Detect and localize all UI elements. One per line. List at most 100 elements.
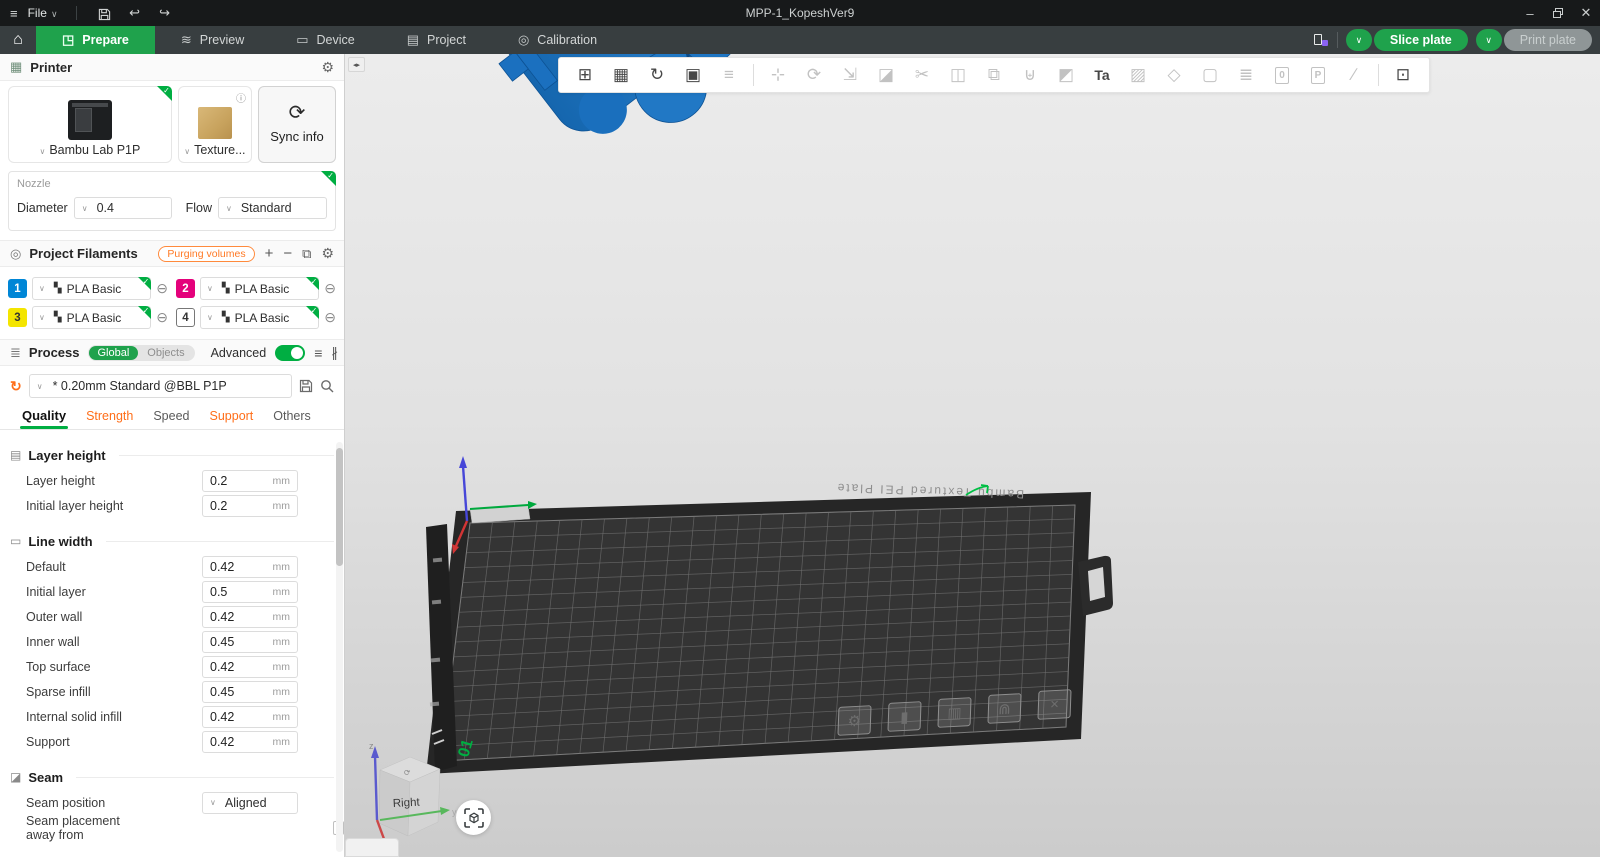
nozzle-diameter-select[interactable]: ∨0.4	[74, 197, 172, 219]
check-icon: ✓	[143, 277, 150, 286]
plate-type-name[interactable]: ∨Texture...	[184, 143, 245, 157]
setting-input-internal-solid-infill[interactable]: 0.42mm	[202, 706, 298, 728]
file-menu[interactable]: File∨	[28, 6, 58, 20]
minimize-button[interactable]: –	[1516, 0, 1544, 26]
filament-icon: ◎	[10, 246, 21, 262]
filament-select[interactable]: ∨▚PLA Basic✓	[200, 306, 319, 329]
printer-settings-gear-icon[interactable]: ⚙	[321, 59, 334, 76]
print-plate-button[interactable]: Print plate	[1504, 29, 1592, 51]
chevron-down-icon: ∨	[39, 147, 45, 156]
filament-edit-icon[interactable]: ⊖	[156, 309, 168, 326]
setting-input-outer-wall[interactable]: 0.42mm	[202, 606, 298, 628]
plate-thumbnail-corner[interactable]	[345, 838, 399, 857]
add-model-icon[interactable]: ⊞	[569, 61, 601, 89]
flow-select[interactable]: ∨Standard	[218, 197, 327, 219]
home-button[interactable]: ⌂	[0, 26, 36, 54]
tab-calibration[interactable]: ◎Calibration	[492, 26, 623, 54]
arrange-icon[interactable]: ▣	[677, 61, 709, 89]
slice-plate-button[interactable]: Slice plate	[1374, 29, 1468, 51]
purging-volumes-button[interactable]: Purging volumes	[158, 246, 254, 262]
setting-input-default[interactable]: 0.42mm	[202, 556, 298, 578]
process-section-title: Process	[29, 345, 80, 360]
setting-list-icon[interactable]: ≡	[314, 346, 322, 360]
process-tab-quality[interactable]: Quality	[12, 408, 76, 429]
filament-color-chip[interactable]: 3	[8, 308, 27, 327]
filament-edit-icon[interactable]: ⊖	[324, 309, 336, 326]
setting-label: Inner wall	[26, 635, 202, 649]
plate-settings-icon[interactable]: ⚙	[837, 705, 871, 736]
remove-filament-button[interactable]: −	[283, 246, 292, 261]
add-filament-button[interactable]: +	[265, 246, 274, 261]
plate-delete-icon[interactable]: ×	[1037, 689, 1071, 720]
menu-icon[interactable]: ≡	[10, 6, 18, 21]
plate-type-card[interactable]: ⓘ ∨Texture...	[178, 86, 252, 163]
filament-color-chip[interactable]: 1	[8, 279, 27, 298]
check-icon: ✓	[327, 171, 334, 180]
restore-button[interactable]	[1544, 0, 1572, 26]
setting-input-top-surface[interactable]: 0.42mm	[202, 656, 298, 678]
process-tab-speed[interactable]: Speed	[143, 409, 199, 429]
setting-input-initial-layer-height[interactable]: 0.2mm	[202, 495, 298, 517]
filament-select[interactable]: ∨▚PLA Basic✓	[200, 277, 319, 300]
save-preset-icon[interactable]	[299, 377, 313, 395]
sync-info-button[interactable]: ⟳ Sync info	[258, 86, 336, 163]
redo-icon[interactable]: ↪	[155, 5, 175, 21]
filament-edit-icon[interactable]: ⊖	[324, 280, 336, 297]
cube-face-label[interactable]: Right	[393, 797, 421, 810]
plate-layout-icon[interactable]	[1313, 32, 1329, 48]
close-button[interactable]: ✕	[1572, 0, 1600, 26]
info-icon[interactable]: ⓘ	[236, 90, 246, 105]
add-plate-icon[interactable]: ▦	[605, 61, 637, 89]
setting-input-layer-height[interactable]: 0.2mm	[202, 470, 298, 492]
process-tab-others[interactable]: Others	[263, 409, 321, 429]
tab-device[interactable]: ▭Device	[270, 26, 381, 54]
filament-color-chip[interactable]: 2	[176, 279, 195, 298]
plate-lock-icon[interactable]: ⋒	[987, 693, 1021, 724]
auto-orient-icon[interactable]: ↻	[641, 61, 673, 89]
plate-arrange-icon[interactable]: ▥	[937, 697, 971, 728]
assembly-icon[interactable]: ⊡	[1387, 61, 1419, 89]
filament-color-chip[interactable]: 4	[176, 308, 195, 327]
filament-edit-icon[interactable]: ⊖	[156, 280, 168, 297]
setting-row: Seam position∨Aligned	[0, 790, 344, 815]
undo-icon[interactable]: ↩	[125, 5, 145, 21]
setting-input-inner-wall[interactable]: 0.45mm	[202, 631, 298, 653]
build-plate[interactable]: Bambu Textured PEI Plate 01	[426, 456, 1113, 774]
tab-preview[interactable]: ≋Preview	[155, 26, 270, 54]
flatten-icon: ◪	[870, 61, 902, 89]
process-tab-strength[interactable]: Strength	[76, 409, 143, 429]
filament-select[interactable]: ∨▚PLA Basic✓	[32, 306, 151, 329]
process-tab-support[interactable]: Support	[200, 409, 264, 429]
filament-settings-gear-icon[interactable]: ⚙	[321, 245, 334, 262]
print-options-chevron[interactable]: ∨	[1476, 29, 1502, 51]
line-width-icon: ▭	[10, 534, 21, 548]
panel-scrollbar[interactable]	[336, 442, 343, 852]
filament-sync-icon[interactable]: ⧉	[302, 247, 311, 260]
chevron-down-icon: ∨	[39, 313, 45, 322]
tab-project[interactable]: ▤Project	[381, 26, 492, 54]
scrollbar-thumb[interactable]	[336, 448, 343, 566]
process-preset-select[interactable]: ∨ * 0.20mm Standard @BBL P1P	[29, 374, 292, 398]
setting-select-seam-position[interactable]: ∨Aligned	[202, 792, 298, 814]
reset-preset-icon[interactable]: ↻	[10, 378, 22, 395]
printer-name[interactable]: ∨Bambu Lab P1P	[39, 143, 140, 157]
setting-input-initial-layer[interactable]: 0.5mm	[202, 581, 298, 603]
setting-compare-icon[interactable]: ∦	[331, 346, 338, 359]
scope-global[interactable]: Global	[89, 346, 139, 360]
setting-input-sparse-infill[interactable]: 0.45mm	[202, 681, 298, 703]
plate-name-icon[interactable]: ▮	[887, 701, 921, 732]
search-preset-icon[interactable]	[320, 377, 334, 395]
chevron-down-icon: ∨	[207, 284, 213, 293]
setting-row: Default0.42mm	[0, 554, 344, 579]
text-tool-icon[interactable]: Ta	[1086, 61, 1118, 89]
advanced-toggle[interactable]	[275, 345, 305, 361]
scope-objects[interactable]: Objects	[138, 346, 193, 360]
setting-input-support[interactable]: 0.42mm	[202, 731, 298, 753]
tab-prepare[interactable]: ◳Prepare	[36, 26, 155, 54]
panel-collapse-button[interactable]: ◂▸	[348, 57, 365, 72]
save-icon[interactable]	[95, 5, 115, 20]
fit-view-button[interactable]	[456, 800, 491, 835]
filament-select[interactable]: ∨▚PLA Basic✓	[32, 277, 151, 300]
slice-options-chevron[interactable]: ∨	[1346, 29, 1372, 51]
printer-select-card[interactable]: ✓ ∨Bambu Lab P1P	[8, 86, 172, 163]
